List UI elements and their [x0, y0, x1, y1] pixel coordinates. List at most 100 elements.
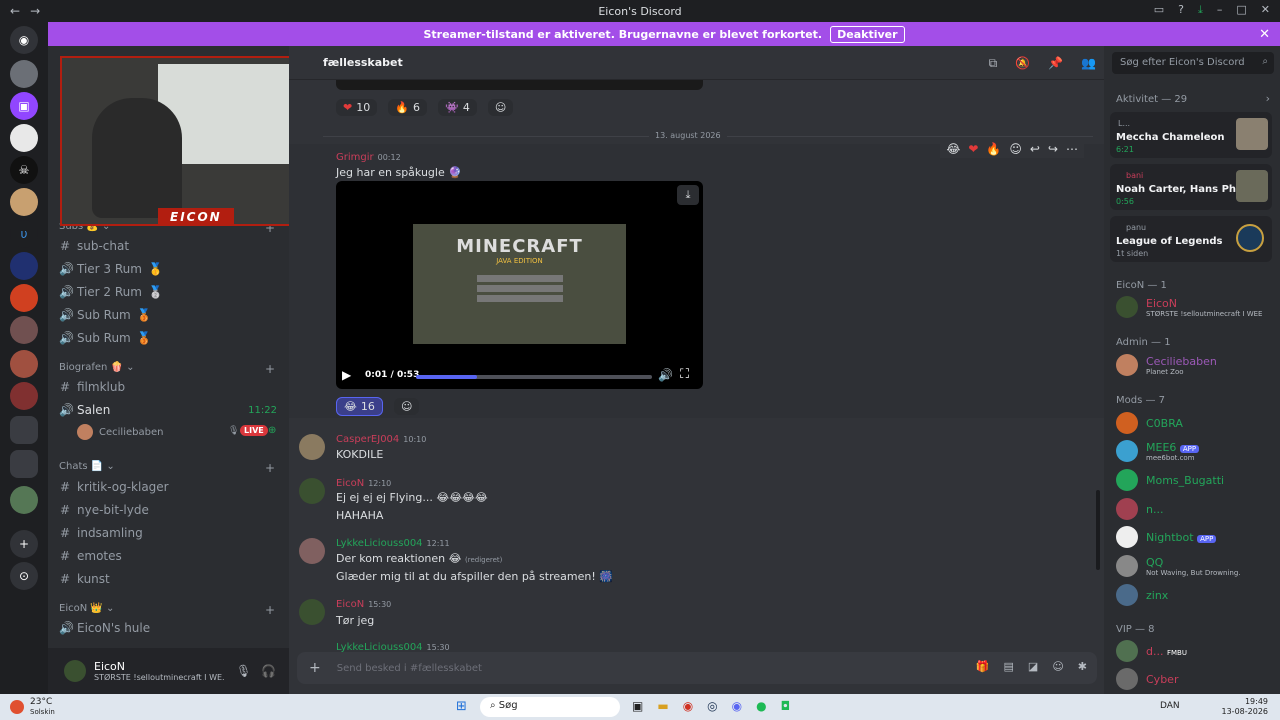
close-button[interactable]: ✕	[1261, 3, 1270, 17]
voice-channel-sub-2[interactable]: 🔊 Sub Rum 🥉	[59, 331, 152, 345]
add-channel-icon[interactable]: +	[265, 603, 275, 617]
back-arrow-icon[interactable]: ←	[10, 4, 20, 18]
channel-emotes[interactable]: # emotes	[59, 549, 122, 563]
chrome-icon[interactable]: ◉	[683, 699, 693, 713]
add-attachment-icon[interactable]: +	[309, 660, 321, 676]
weather-icon[interactable]	[10, 700, 24, 714]
start-icon[interactable]: ⊞	[456, 699, 467, 714]
microphone-icon[interactable]: 🎙	[236, 664, 251, 678]
message-author[interactable]: CasperEJ004	[336, 434, 399, 445]
video-progress-track[interactable]	[416, 375, 652, 379]
message-author[interactable]: LykkeLiciouss004	[336, 538, 423, 549]
server-folder-icon[interactable]	[10, 450, 38, 478]
headphones-icon[interactable]: 🎧	[261, 664, 276, 678]
member-item[interactable]: MEE6 APP mee6bot.com	[1116, 440, 1200, 462]
download-icon[interactable]: ⤓	[1198, 3, 1203, 17]
minimize-button[interactable]: –	[1217, 3, 1223, 17]
fullscreen-icon[interactable]: ⛶	[680, 367, 689, 382]
member-item[interactable]: Ceciliebaben Planet Zoo	[1116, 354, 1217, 376]
apps-icon[interactable]: ✱	[1078, 660, 1087, 673]
voice-channel-tier3[interactable]: 🔊 Tier 3 Rum 🥇	[59, 262, 163, 276]
channel-kunst[interactable]: # kunst	[59, 572, 110, 586]
reaction[interactable]: 🔥 6	[388, 99, 428, 116]
member-item[interactable]: Cyber	[1116, 668, 1178, 690]
download-icon[interactable]: ⤓	[677, 185, 699, 205]
message-author[interactable]: EicoN	[336, 599, 364, 610]
server-icon[interactable]	[10, 188, 38, 216]
language-indicator[interactable]: DAN	[1160, 701, 1180, 711]
reaction[interactable]: 👾 4	[438, 99, 477, 116]
member-item[interactable]: zinx	[1116, 584, 1168, 606]
add-channel-icon[interactable]: +	[265, 461, 275, 475]
search-input[interactable]: Søg efter Eicon's Discord ⌕	[1112, 52, 1274, 74]
member-item[interactable]: Nightbot APP	[1116, 526, 1217, 548]
activity-card[interactable]: bani Noah Carter, Hans Philip 0:56	[1110, 164, 1272, 210]
maximize-button[interactable]: □	[1236, 3, 1246, 17]
pin-icon[interactable]: 📌	[1048, 56, 1063, 71]
server-icon[interactable]	[10, 124, 38, 152]
member-item[interactable]: d... FMBU	[1116, 640, 1187, 662]
activity-card[interactable]: L... Meccha Chameleon 6:21	[1110, 112, 1272, 158]
server-icon[interactable]	[10, 486, 38, 514]
volume-icon[interactable]: 🔊	[658, 368, 673, 382]
more-icon[interactable]: ⋯	[1066, 142, 1078, 156]
avatar[interactable]	[299, 599, 325, 625]
gift-icon[interactable]: 🎁	[976, 660, 990, 673]
member-item[interactable]: C0BRA	[1116, 412, 1183, 434]
category-eicon[interactable]: EicoN 👑 ⌄	[59, 603, 114, 614]
file-explorer-icon[interactable]: ▬	[657, 699, 668, 713]
reply-icon[interactable]: ↩	[1030, 142, 1040, 156]
category-biografen[interactable]: Biografen 🍿 ⌄	[59, 362, 135, 373]
members-icon[interactable]: 👥	[1081, 56, 1096, 71]
voice-channel-eicons-hule[interactable]: 🔊 EicoN's hule	[59, 621, 150, 635]
member-item[interactable]: EicoN STØRSTE !selloutminecraft I WEE	[1116, 296, 1262, 318]
forward-arrow-icon[interactable]: →	[30, 4, 40, 18]
channel-nye-bit-lyde[interactable]: # nye-bit-lyde	[59, 503, 149, 517]
add-reaction-icon[interactable]: ☺	[393, 398, 420, 415]
discover-icon[interactable]: ⊙	[10, 562, 38, 590]
play-icon[interactable]: ▶	[342, 368, 351, 382]
video-player[interactable]: ⤓ MINECRAFT JAVA EDITION ▶ 0:01 / 0:53 🔊…	[336, 181, 703, 389]
taskbar-search[interactable]: ⌕ Søg	[480, 697, 620, 717]
voice-channel-tier2[interactable]: 🔊 Tier 2 Rum 🥈	[59, 285, 163, 299]
twitch-server-icon[interactable]: ▣	[10, 92, 38, 120]
voice-user[interactable]: Ceciliebaben	[77, 424, 163, 440]
help-icon[interactable]: ?	[1178, 3, 1184, 17]
discord-home-icon[interactable]: ◉	[10, 26, 38, 54]
server-icon[interactable]	[10, 60, 38, 88]
avatar[interactable]	[299, 478, 325, 504]
reaction[interactable]: 😂 16	[336, 397, 383, 416]
banner-close-icon[interactable]: ✕	[1259, 27, 1270, 42]
quick-reaction[interactable]: 😂	[946, 142, 960, 156]
scrollbar[interactable]	[1096, 490, 1100, 570]
server-icon[interactable]: ☠	[10, 156, 38, 184]
message-input[interactable]: Send besked i #fællesskabet	[337, 663, 482, 674]
add-channel-icon[interactable]: +	[265, 362, 275, 376]
notification-bell-icon[interactable]: 🔕	[1015, 56, 1030, 71]
channel-sub-chat[interactable]: # sub-chat	[59, 239, 129, 253]
category-chats[interactable]: Chats 📄 ⌄	[59, 461, 115, 472]
reaction[interactable]: ❤ 10	[336, 99, 378, 116]
chevron-right-icon[interactable]: ›	[1266, 92, 1270, 105]
user-avatar[interactable]	[64, 660, 86, 682]
quick-reaction[interactable]: ❤	[968, 142, 978, 156]
add-server-icon[interactable]: +	[10, 530, 38, 558]
app-icon[interactable]: ◘	[781, 699, 791, 713]
avatar[interactable]	[299, 538, 325, 564]
sticker-icon[interactable]: ◪	[1028, 660, 1038, 673]
message-author[interactable]: Grimgir	[336, 152, 374, 163]
voice-channel-sub[interactable]: 🔊 Sub Rum 🥉	[59, 308, 152, 322]
server-icon[interactable]	[10, 316, 38, 344]
channel-filmklub[interactable]: # filmklub	[59, 380, 125, 394]
server-icon[interactable]	[10, 252, 38, 280]
server-folder-icon[interactable]	[10, 416, 38, 444]
member-item[interactable]: n...	[1116, 498, 1163, 520]
add-reaction-icon[interactable]: ☺	[487, 99, 514, 116]
gif-icon[interactable]: ▤	[1004, 660, 1014, 673]
discord-icon[interactable]: ◉	[732, 699, 742, 713]
add-reaction-icon[interactable]: ☺	[1009, 142, 1022, 156]
task-view-icon[interactable]: ▣	[632, 699, 643, 713]
member-item[interactable]: QQ Not Waving, But Drowning.	[1116, 555, 1241, 577]
channel-kritik-og-klager[interactable]: # kritik-og-klager	[59, 480, 169, 494]
inbox-icon[interactable]: ▭	[1154, 3, 1164, 17]
